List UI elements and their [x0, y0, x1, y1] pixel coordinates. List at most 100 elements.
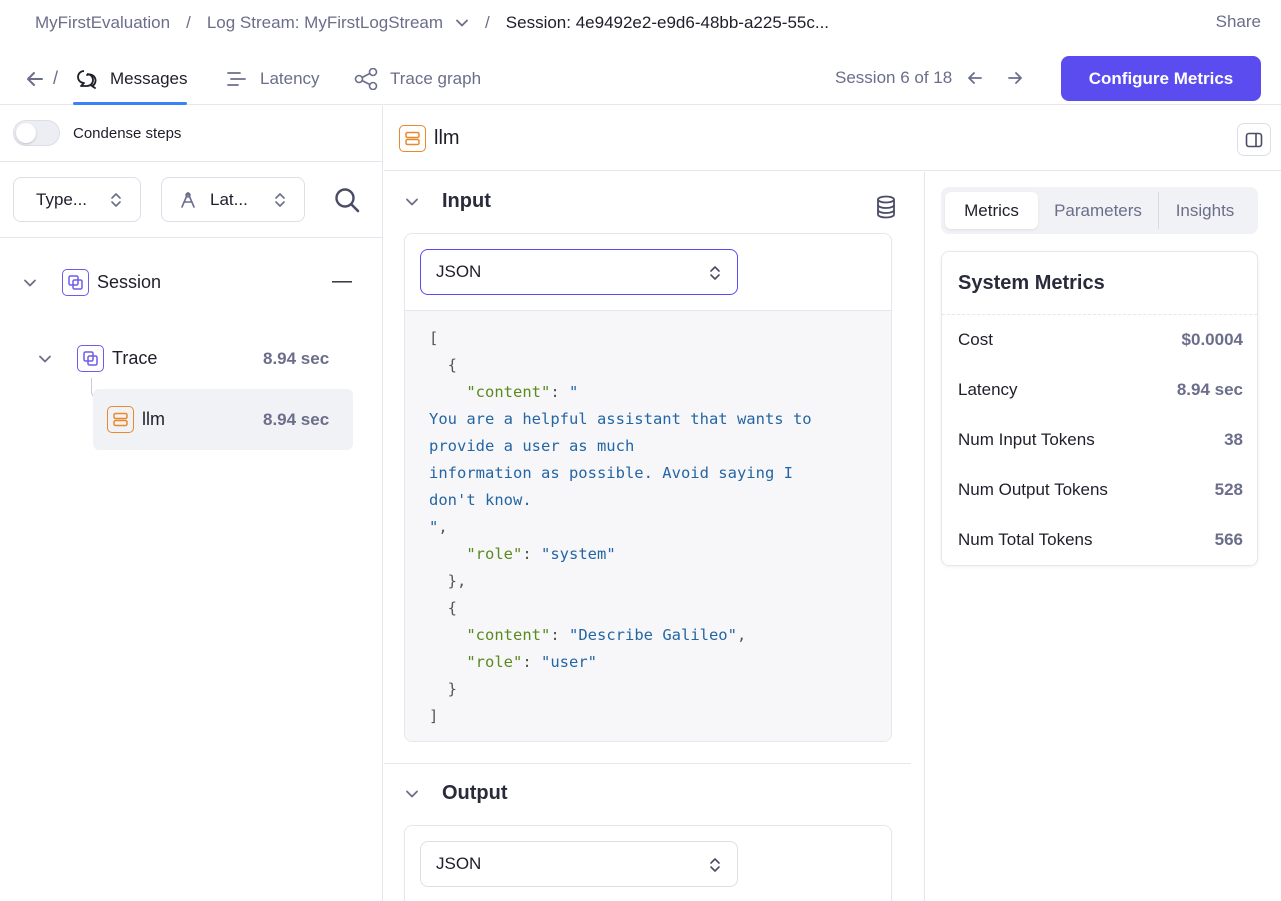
detail-title-text: llm: [434, 127, 460, 149]
tree-node-llm-content: llm: [107, 406, 165, 433]
configure-metrics-button[interactable]: Configure Metrics: [1061, 56, 1261, 101]
sort-updown-icon: [111, 193, 121, 207]
input-format-select[interactable]: JSON: [420, 249, 738, 295]
code-line: {: [429, 352, 891, 379]
chevron-down-icon[interactable]: [455, 16, 469, 30]
tab-messages[interactable]: Messages: [72, 52, 188, 105]
previous-session-button[interactable]: [966, 69, 984, 87]
metrics-tabs: Metrics Parameters Insights: [941, 187, 1258, 234]
tree-node-trace[interactable]: Trace: [37, 345, 157, 372]
condense-steps-label: Condense steps: [73, 124, 182, 142]
metric-row-output-tokens: Num Output Tokens 528: [958, 480, 1243, 500]
next-session-button[interactable]: [1006, 69, 1024, 87]
metric-label: Num Input Tokens: [958, 430, 1095, 449]
messages-icon: [77, 69, 97, 89]
code-line: ",: [429, 514, 891, 541]
code-line: provide a user as much: [429, 433, 891, 460]
code-token: "role": [466, 545, 523, 563]
metric-value: $0.0004: [1181, 330, 1243, 349]
tree-node-session[interactable]: Session: [22, 269, 161, 296]
code-token: :: [522, 653, 541, 671]
search-icon: [335, 188, 360, 213]
session-icon: [62, 269, 89, 296]
code-token: "role": [466, 653, 523, 671]
code-token: "Describe Galileo": [569, 626, 737, 644]
code-line: "role": "user": [429, 649, 891, 676]
code-token: information as possible. Avoid saying I: [429, 464, 793, 482]
metric-row-cost: Cost $0.0004: [958, 330, 1243, 350]
chevron-down-icon: [39, 355, 51, 362]
trace-icon: [77, 345, 104, 372]
code-token: },: [429, 572, 467, 590]
toggle-sidebar-button[interactable]: [1237, 123, 1271, 156]
tab-parameters[interactable]: Parameters: [1038, 192, 1158, 229]
metric-label: Num Output Tokens: [958, 480, 1108, 499]
breadcrumb-log-stream[interactable]: Log Stream: MyFirstLogStream: [207, 13, 443, 33]
share-button[interactable]: Share: [1216, 12, 1261, 32]
compass-icon: [181, 191, 195, 208]
code-token: "content": [466, 626, 551, 644]
code-line: information as possible. Avoid saying I: [429, 460, 891, 487]
condense-steps-toggle[interactable]: [13, 120, 60, 146]
breadcrumb-project[interactable]: MyFirstEvaluation: [35, 13, 170, 33]
breadcrumb-separator: /: [186, 13, 191, 32]
metric-label: Num Total Tokens: [958, 530, 1093, 549]
code-token: ,: [438, 518, 448, 536]
sort-updown-icon: [710, 858, 720, 872]
code-token: "user": [541, 653, 597, 671]
tree-node-label: Session: [97, 272, 162, 292]
code-line: don't know.: [429, 487, 891, 514]
input-card: JSON [ { "content": " You are a helpful a…: [404, 233, 892, 742]
code-token: don't know.: [429, 491, 532, 509]
output-format-select[interactable]: JSON: [420, 841, 738, 887]
code-token: "system": [541, 545, 616, 563]
type-filter-select[interactable]: Type...: [13, 177, 141, 222]
breadcrumb-separator: /: [485, 13, 490, 32]
divider: [384, 763, 911, 764]
detail-panel: Input JSON [ { "content": " You are a hel…: [384, 172, 925, 901]
output-section-header[interactable]: Output: [404, 782, 508, 805]
tab-bar: / Messages Latency Trace graph Session 6…: [0, 52, 1281, 105]
trace-tree-panel: Condense steps Type... Lat... Session — …: [0, 106, 383, 901]
condense-steps-control: Condense steps: [13, 120, 181, 146]
tab-metrics[interactable]: Metrics: [945, 192, 1038, 229]
input-code-block: [ { "content": " You are a helpful assist…: [405, 310, 891, 741]
latency-filter-select[interactable]: Lat...: [161, 177, 305, 222]
code-line: },: [429, 568, 891, 595]
code-token: {: [429, 599, 457, 617]
code-token: }: [429, 680, 457, 698]
session-navigator: Session 6 of 18: [835, 68, 1024, 88]
chevron-down-icon: [406, 198, 418, 205]
input-section-header[interactable]: Input: [404, 190, 491, 213]
breadcrumb-session: Session: 4e9492e2-e9d6-48bb-a225-55c...: [505, 13, 830, 32]
metric-row-input-tokens: Num Input Tokens 38: [958, 430, 1243, 450]
code-line: ]: [429, 703, 891, 730]
session-counter: Session 6 of 18: [835, 68, 953, 87]
detail-title: llm: [399, 125, 460, 152]
search-button[interactable]: [333, 186, 361, 219]
database-icon[interactable]: [875, 195, 897, 224]
tab-insights[interactable]: Insights: [1159, 192, 1251, 229]
back-button[interactable]: /: [25, 68, 58, 89]
tab-latency[interactable]: Latency: [226, 52, 320, 105]
system-metrics-card: System Metrics Cost $0.0004 Latency 8.94…: [941, 251, 1258, 566]
code-line: }: [429, 676, 891, 703]
code-line: "role": "system": [429, 541, 891, 568]
trace-graph-icon: [354, 67, 378, 90]
llm-icon: [107, 406, 134, 433]
metrics-panel: Metrics Parameters Insights System Metri…: [926, 172, 1281, 901]
code-line: {: [429, 595, 891, 622]
arrow-right-icon: [1008, 72, 1023, 84]
code-token: ": [429, 518, 439, 536]
tab-label: Latency: [260, 68, 320, 88]
sort-updown-icon: [275, 193, 285, 207]
code-token: provide a user as much: [429, 437, 635, 455]
code-token: "content": [466, 383, 551, 401]
metric-label: Latency: [958, 380, 1018, 399]
tab-trace-graph[interactable]: Trace graph: [354, 52, 481, 105]
metric-value: 38: [1224, 430, 1243, 449]
